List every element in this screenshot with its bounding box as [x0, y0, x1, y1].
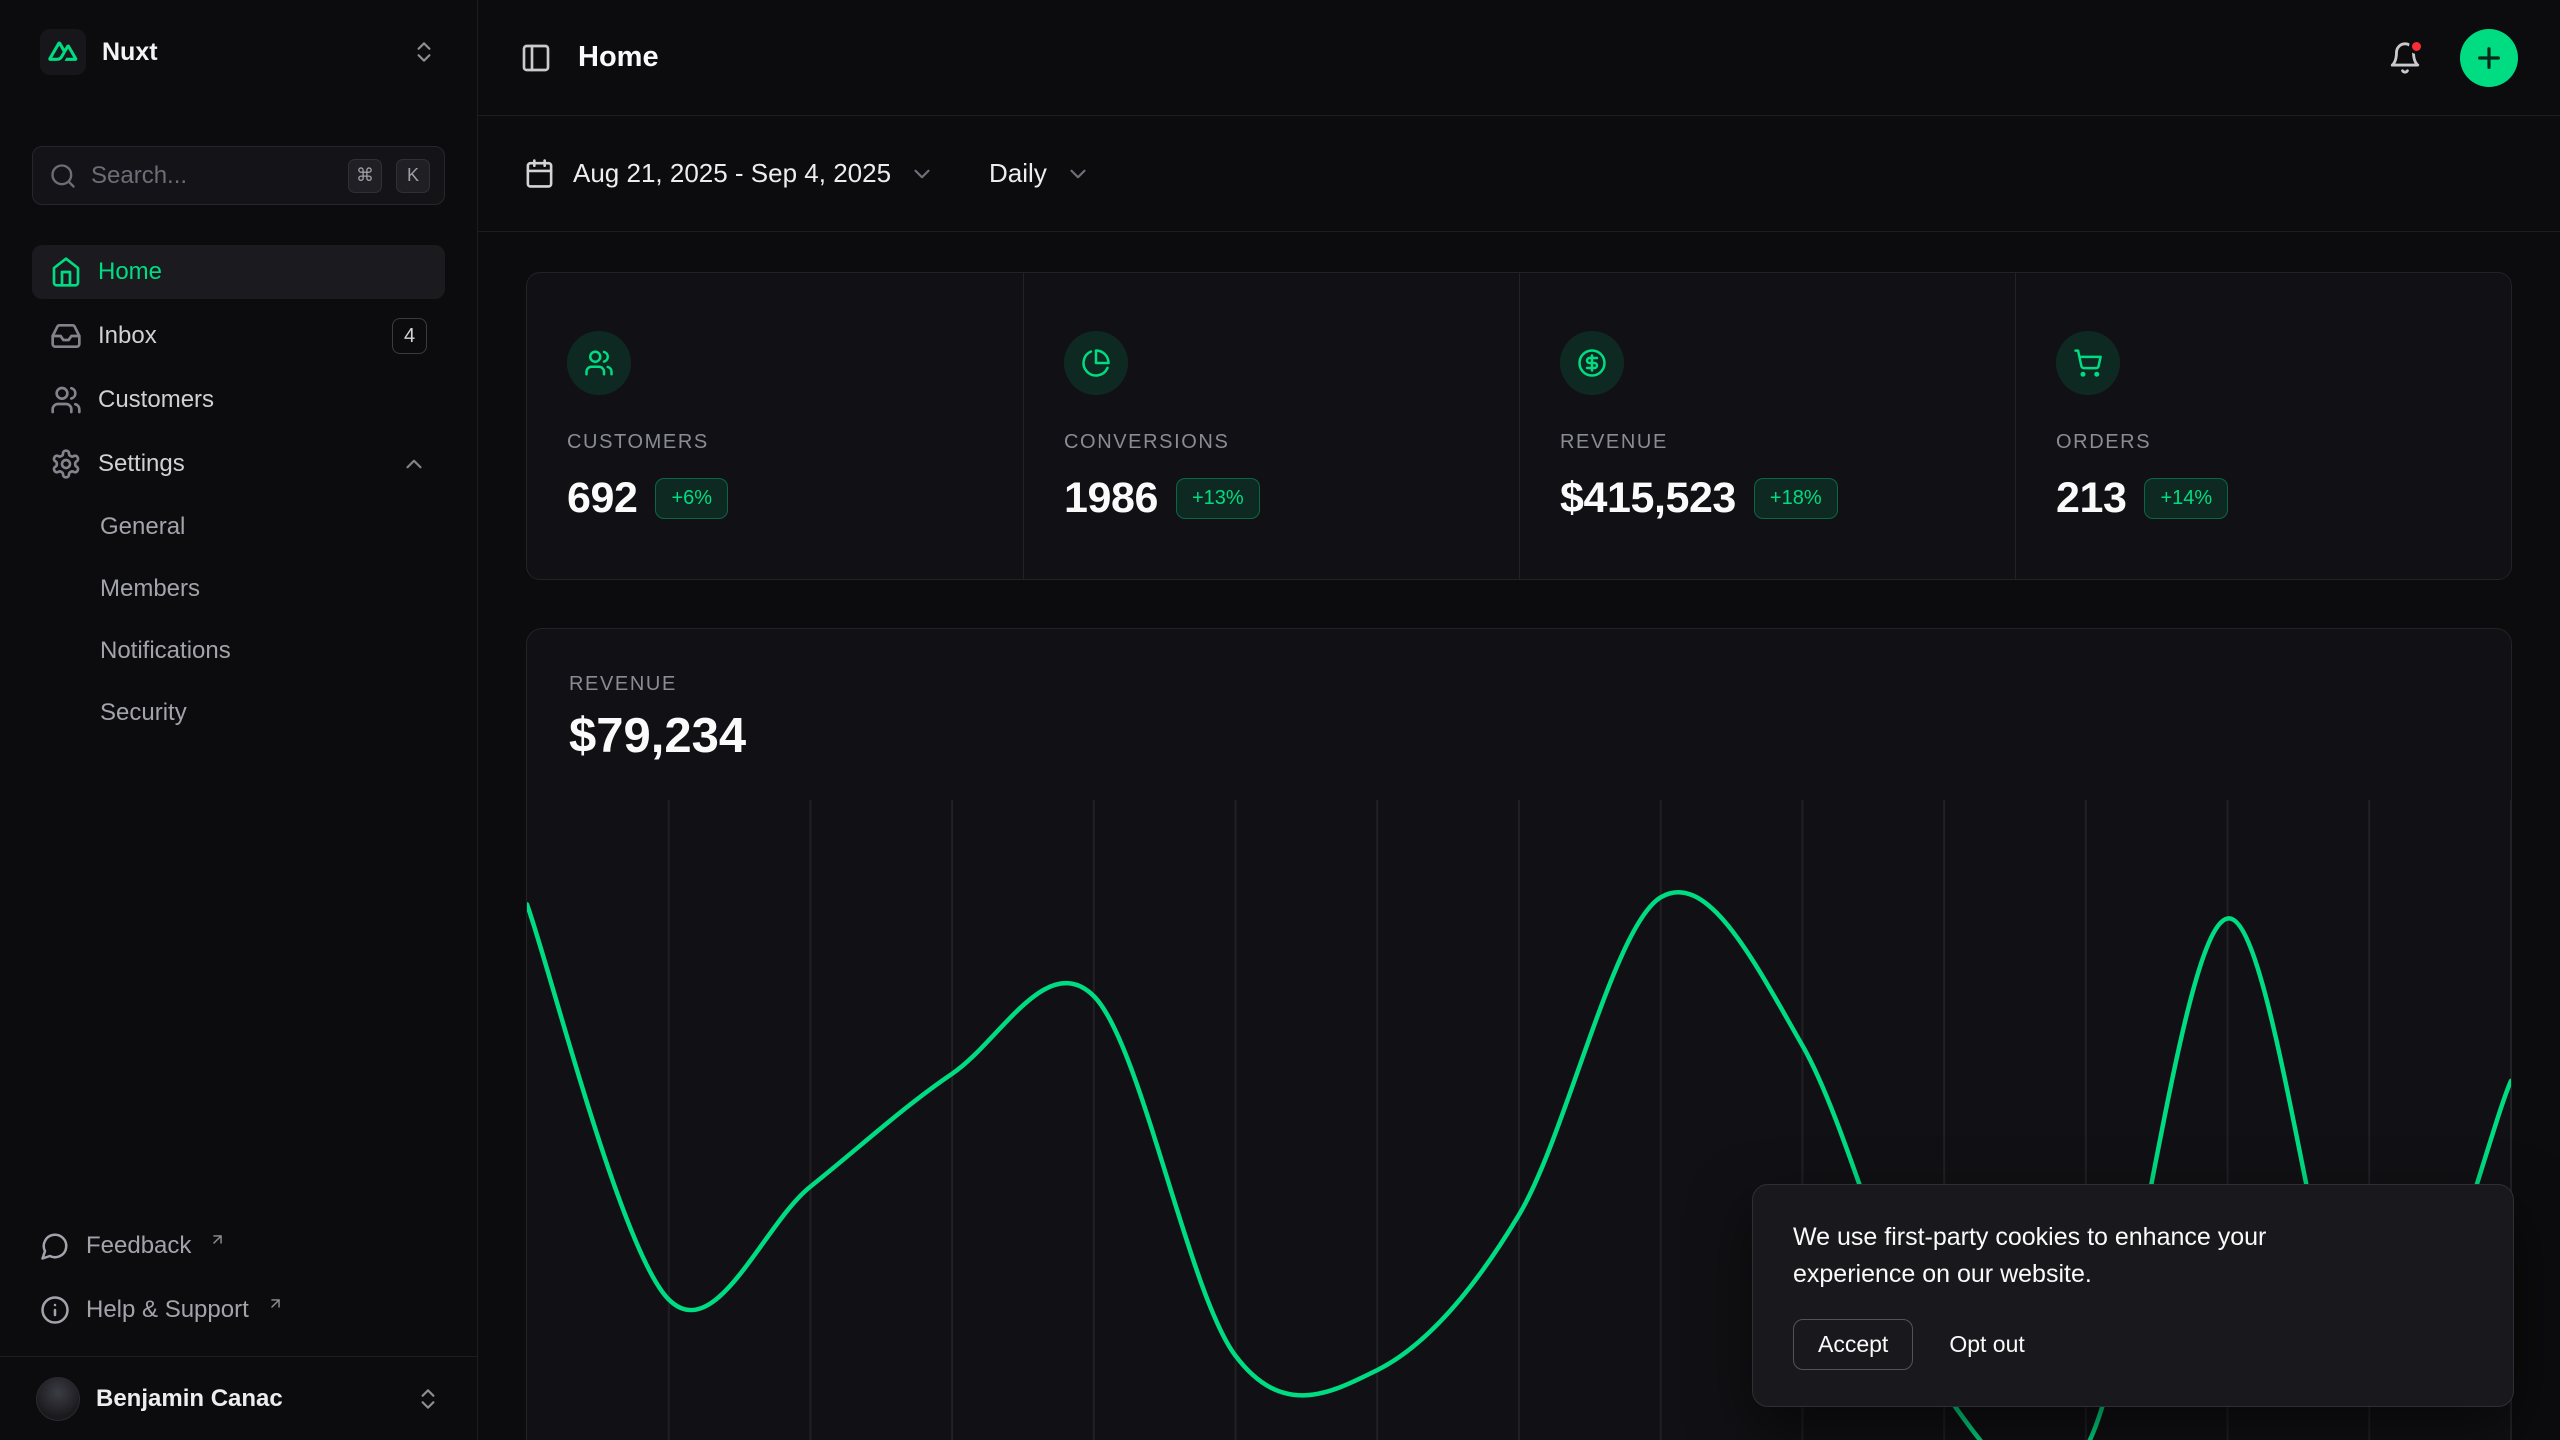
sidebar-item-label: Home: [98, 258, 162, 286]
nuxt-logo-icon: [40, 29, 86, 75]
stat-label: CUSTOMERS: [567, 431, 983, 454]
notification-dot: [2409, 39, 2424, 54]
sidebar-item-inbox[interactable]: Inbox 4: [32, 309, 445, 363]
add-button[interactable]: [2460, 29, 2518, 87]
shopping-cart-icon: [2056, 331, 2120, 395]
chevrons-up-down-icon: [411, 39, 437, 65]
sidebar-nav: Home Inbox 4 Customers Settings Ge: [32, 245, 445, 739]
stat-delta-badge: +18%: [1754, 478, 1838, 519]
sidebar-item-security[interactable]: Security: [32, 687, 445, 739]
search-field[interactable]: ⌘ K: [32, 146, 445, 205]
calendar-icon: [524, 158, 555, 189]
cookie-banner: We use first-party cookies to enhance yo…: [1752, 1184, 2514, 1407]
avatar: [36, 1377, 80, 1421]
period-label: Daily: [989, 158, 1047, 189]
sidebar-item-label: Settings: [98, 450, 185, 478]
user-menu[interactable]: Benjamin Canac: [0, 1356, 477, 1440]
stat-label: CONVERSIONS: [1064, 431, 1479, 454]
sidebar-item-label: Inbox: [98, 322, 157, 350]
external-link-icon: [267, 1295, 284, 1312]
sidebar-footer: Feedback Help & Support: [32, 1218, 445, 1356]
users-icon: [567, 331, 631, 395]
kbd-k: K: [396, 159, 430, 193]
sidebar-item-members[interactable]: Members: [32, 563, 445, 615]
sidebar-item-settings[interactable]: Settings: [32, 437, 445, 491]
sidebar-spacer: [32, 739, 445, 1218]
feedback-label: Feedback: [86, 1232, 191, 1260]
stat-conversions: CONVERSIONS 1986 +13%: [1023, 273, 1519, 579]
chevrons-up-down-icon: [415, 1386, 441, 1412]
info-circle-icon: [40, 1295, 70, 1325]
cookie-message: We use first-party cookies to enhance yo…: [1793, 1219, 2353, 1293]
external-link-icon: [209, 1231, 226, 1248]
filters-toolbar: Aug 21, 2025 - Sep 4, 2025 Daily: [478, 116, 2560, 232]
sidebar: Nuxt ⌘ K Home Inbox 4: [0, 0, 478, 1440]
notifications-button[interactable]: [2388, 41, 2422, 75]
sidebar-item-general[interactable]: General: [32, 501, 445, 553]
stat-value: 1986: [1064, 474, 1158, 523]
sidebar-item-notifications[interactable]: Notifications: [32, 625, 445, 677]
cookie-opt-out-button[interactable]: Opt out: [1949, 1320, 2024, 1369]
stat-value: 692: [567, 474, 637, 523]
chevron-down-icon: [909, 161, 935, 187]
settings-children: General Members Notifications Security: [32, 501, 445, 739]
feedback-link[interactable]: Feedback: [32, 1218, 445, 1274]
stat-label: REVENUE: [1560, 431, 1975, 454]
user-name: Benjamin Canac: [96, 1385, 283, 1413]
dollar-circle-icon: [1560, 331, 1624, 395]
stat-revenue: REVENUE $415,523 +18%: [1519, 273, 2015, 579]
users-icon: [50, 384, 82, 416]
help-support-link[interactable]: Help & Support: [32, 1282, 445, 1338]
workspace-selector[interactable]: Nuxt: [32, 24, 445, 80]
help-support-label: Help & Support: [86, 1296, 249, 1324]
stat-value: 213: [2056, 474, 2126, 523]
kbd-command: ⌘: [348, 159, 382, 193]
sidebar-item-home[interactable]: Home: [32, 245, 445, 299]
sidebar-toggle-button[interactable]: [520, 42, 552, 74]
panel-left-icon: [520, 42, 552, 74]
chevron-down-icon: [1065, 161, 1091, 187]
stat-value: $415,523: [1560, 474, 1736, 523]
search-icon: [49, 162, 77, 190]
stat-delta-badge: +13%: [1176, 478, 1260, 519]
stat-customers: CUSTOMERS 692 +6%: [527, 273, 1023, 579]
message-circle-icon: [40, 1231, 70, 1261]
stat-delta-badge: +14%: [2144, 478, 2228, 519]
page-header: Home: [478, 0, 2560, 116]
revenue-card-label: REVENUE: [569, 673, 2469, 696]
search-input[interactable]: [91, 162, 334, 190]
date-range-label: Aug 21, 2025 - Sep 4, 2025: [573, 158, 891, 189]
stat-orders: ORDERS 213 +14%: [2015, 273, 2511, 579]
cookie-accept-button[interactable]: Accept: [1793, 1319, 1913, 1370]
chevron-up-icon: [401, 451, 427, 477]
date-range-picker[interactable]: Aug 21, 2025 - Sep 4, 2025: [524, 158, 935, 189]
sidebar-item-label: Customers: [98, 386, 214, 414]
gear-icon: [50, 448, 82, 480]
sidebar-item-customers[interactable]: Customers: [32, 373, 445, 427]
stats-panel: CUSTOMERS 692 +6% CONVERSIONS 1986 +13%: [526, 272, 2512, 580]
plus-icon: [2473, 42, 2505, 74]
stat-label: ORDERS: [2056, 431, 2471, 454]
pie-chart-icon: [1064, 331, 1128, 395]
home-icon: [50, 256, 82, 288]
page-title: Home: [578, 41, 659, 74]
inbox-icon: [50, 320, 82, 352]
period-select[interactable]: Daily: [989, 158, 1091, 189]
stat-delta-badge: +6%: [655, 478, 728, 519]
workspace-name: Nuxt: [102, 38, 158, 67]
revenue-total: $79,234: [569, 708, 2469, 764]
inbox-count-badge: 4: [392, 318, 427, 354]
